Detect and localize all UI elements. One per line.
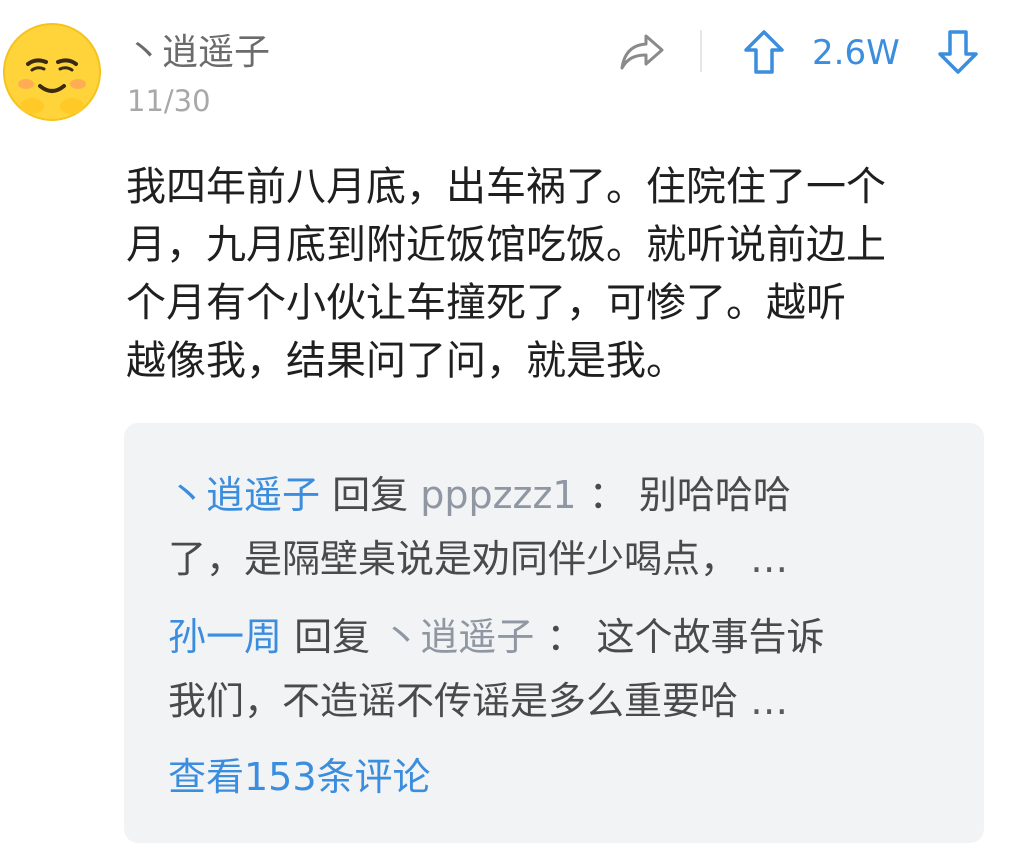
reply-verb: 回复 (294, 615, 371, 659)
replies-panel: 丶逍遥子 回复 pppzzz1 ： 别哈哈哈 了，是隔壁桌说是劝同伴少喝点， …… (124, 423, 984, 843)
reply-item[interactable]: 丶逍遥子 回复 pppzzz1 ： 别哈哈哈 了，是隔壁桌说是劝同伴少喝点， … (168, 463, 928, 591)
reply-line: 丶逍遥子 回复 pppzzz1 ： 别哈哈哈 (168, 463, 928, 527)
comment-author-name[interactable]: 丶逍遥子 (126, 28, 270, 78)
reply-ellipsis: … (750, 537, 789, 581)
reply-target[interactable]: 丶逍遥子 (382, 615, 534, 659)
reply-line: 了，是隔壁桌说是劝同伴少喝点， … (168, 527, 928, 591)
reply-author[interactable]: 丶逍遥子 (168, 473, 320, 517)
reply-ellipsis: … (750, 679, 789, 723)
share-arrow-icon (620, 34, 664, 70)
reply-text: 这个故事告诉 (596, 615, 825, 659)
reply-verb: 回复 (332, 473, 409, 517)
arrow-up-icon (744, 30, 784, 74)
vote-count: 2.6W (812, 33, 900, 73)
emoji-face-avatar-icon (3, 23, 101, 121)
reply-separator: ： (546, 615, 585, 659)
comment-text-line: 我四年前八月底，出车祸了。住院住了一个 (126, 164, 886, 210)
reply-text: 我们，不造谣不传谣是多么重要哈 (168, 679, 739, 723)
upvote-button[interactable] (734, 22, 794, 82)
arrow-down-icon (938, 30, 978, 74)
downvote-button[interactable] (928, 22, 988, 82)
view-all-comments-link[interactable]: 查看153条评论 (168, 749, 431, 805)
reply-item[interactable]: 孙一周 回复 丶逍遥子 ： 这个故事告诉 我们，不造谣不传谣是多么重要哈 … (168, 605, 928, 733)
reply-text: 了，是隔壁桌说是劝同伴少喝点， (168, 537, 739, 581)
reply-author[interactable]: 孙一周 (168, 615, 282, 659)
comment-text-line: 月，九月底到附近饭馆吃饭。就听说前边上 (126, 222, 886, 268)
comment-text-line: 个月有个小伙让车撞死了，可惨了。越听 (126, 280, 846, 326)
reply-line: 我们，不造谣不传谣是多么重要哈 … (168, 669, 928, 733)
reply-target[interactable]: pppzzz1 (420, 473, 576, 517)
action-divider (700, 30, 702, 72)
reply-line: 孙一周 回复 丶逍遥子 ： 这个故事告诉 (168, 605, 928, 669)
comment-date: 11/30 (127, 84, 211, 118)
share-button[interactable] (612, 22, 672, 82)
comment-text-line: 越像我，结果问了问，就是我。 (126, 338, 686, 384)
comment-text: 我四年前八月底，出车祸了。住院住了一个 月，九月底到附近饭馆吃饭。就听说前边上 … (126, 158, 996, 390)
avatar[interactable] (2, 22, 102, 122)
reply-separator: ： (588, 473, 627, 517)
reply-text: 别哈哈哈 (638, 473, 791, 517)
